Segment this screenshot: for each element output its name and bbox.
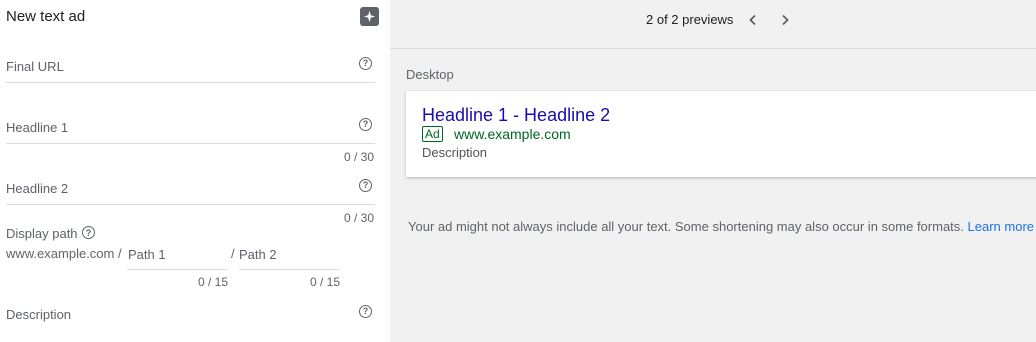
path2-underline xyxy=(239,269,339,270)
display-path-domain: www.example.com xyxy=(6,246,115,261)
path1-counter: 0 / 15 xyxy=(197,275,228,289)
previous-preview-button[interactable] xyxy=(743,10,763,30)
display-path-base-url: www.example.com / xyxy=(6,246,122,261)
final-url-label[interactable]: Final URL xyxy=(6,59,64,74)
chevron-right-icon xyxy=(782,14,789,26)
preview-panel: 2 of 2 previews Desktop Headline 1 - Hea… xyxy=(390,0,1036,342)
headline2-counter: 0 / 30 xyxy=(343,211,374,225)
form-title: New text ad xyxy=(6,8,86,25)
device-label: Desktop xyxy=(406,67,454,82)
preview-count: 2 of 2 previews xyxy=(646,12,734,27)
sparkle-button[interactable] xyxy=(360,7,379,26)
ad-description: Description xyxy=(422,145,488,160)
headline1-counter: 0 / 30 xyxy=(343,150,374,164)
headline2-label[interactable]: Headline 2 xyxy=(6,181,68,196)
path1-input[interactable] xyxy=(128,244,224,264)
display-path-label: Display path xyxy=(6,226,78,241)
sparkle-icon xyxy=(363,10,376,23)
path2-counter: 0 / 15 xyxy=(309,275,340,289)
headline1-underline[interactable] xyxy=(6,143,375,144)
description-help-icon[interactable]: ? xyxy=(359,305,372,318)
ad-badge: Ad xyxy=(422,126,443,142)
display-path-separator-1: / xyxy=(118,246,122,261)
headline2-underline[interactable] xyxy=(6,204,375,205)
ad-display-url: www.example.com xyxy=(454,126,571,142)
disclaimer-text: Your ad might not always include all you… xyxy=(408,219,964,234)
description-label[interactable]: Description xyxy=(6,307,71,322)
display-path-help-icon[interactable]: ? xyxy=(82,226,95,239)
path1-underline xyxy=(127,269,227,270)
preview-header: 2 of 2 previews xyxy=(390,0,1036,49)
chevron-left-icon xyxy=(749,14,756,26)
shortening-disclaimer: Your ad might not always include all you… xyxy=(408,219,1034,234)
learn-more-link[interactable]: Learn more xyxy=(968,219,1034,234)
next-preview-button[interactable] xyxy=(775,10,795,30)
ad-headline[interactable]: Headline 1 - Headline 2 xyxy=(422,105,610,126)
headline2-help-icon[interactable]: ? xyxy=(359,179,372,192)
final-url-help-icon[interactable]: ? xyxy=(359,57,372,70)
display-path-separator-2: / xyxy=(231,246,235,261)
ad-form-panel: New text ad Final URL ? Headline 1 ? 0 /… xyxy=(0,0,390,342)
final-url-underline[interactable] xyxy=(6,82,375,83)
path2-input[interactable] xyxy=(239,244,335,264)
ad-preview-card: Headline 1 - Headline 2 Ad www.example.c… xyxy=(406,91,1036,177)
headline1-help-icon[interactable]: ? xyxy=(359,118,372,131)
headline1-label[interactable]: Headline 1 xyxy=(6,120,68,135)
